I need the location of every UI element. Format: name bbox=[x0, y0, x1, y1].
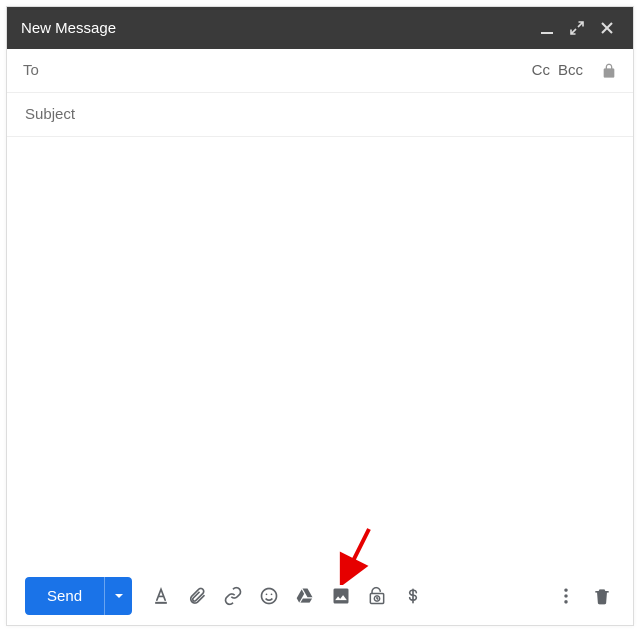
window-title: New Message bbox=[21, 20, 529, 37]
expand-icon bbox=[570, 21, 584, 35]
expand-button[interactable] bbox=[565, 16, 589, 40]
subject-field[interactable] bbox=[23, 105, 617, 124]
text-format-icon bbox=[151, 586, 171, 606]
to-label: To bbox=[23, 62, 39, 79]
cc-button[interactable]: Cc bbox=[532, 62, 550, 79]
formatting-button[interactable] bbox=[144, 579, 178, 613]
paperclip-icon bbox=[187, 586, 207, 606]
lock-icon bbox=[601, 63, 617, 79]
to-field[interactable] bbox=[39, 61, 524, 80]
discard-button[interactable] bbox=[585, 579, 619, 613]
compose-window: New Message To Cc Bcc Send bbox=[6, 6, 634, 626]
close-button[interactable] bbox=[595, 16, 619, 40]
message-body[interactable] bbox=[7, 137, 633, 567]
attach-button[interactable] bbox=[180, 579, 214, 613]
send-group: Send bbox=[25, 577, 132, 615]
subject-row bbox=[7, 93, 633, 137]
trash-icon bbox=[592, 586, 612, 606]
link-button[interactable] bbox=[216, 579, 250, 613]
link-icon bbox=[223, 586, 243, 606]
recipients-row: To Cc Bcc bbox=[7, 49, 633, 93]
title-bar: New Message bbox=[7, 7, 633, 49]
caret-down-icon bbox=[114, 591, 124, 601]
more-vertical-icon bbox=[556, 586, 576, 606]
more-options-button[interactable] bbox=[549, 579, 583, 613]
minimize-button[interactable] bbox=[535, 16, 559, 40]
dollar-icon bbox=[403, 586, 423, 606]
emoji-icon bbox=[259, 586, 279, 606]
emoji-button[interactable] bbox=[252, 579, 286, 613]
drive-button[interactable] bbox=[288, 579, 322, 613]
image-icon bbox=[331, 586, 351, 606]
close-icon bbox=[600, 21, 614, 35]
money-button[interactable] bbox=[396, 579, 430, 613]
encryption-indicator[interactable] bbox=[601, 63, 617, 79]
confidential-clock-icon bbox=[367, 586, 387, 606]
confidential-mode-button[interactable] bbox=[360, 579, 394, 613]
minimize-icon bbox=[540, 21, 554, 35]
drive-icon bbox=[295, 586, 315, 606]
image-button[interactable] bbox=[324, 579, 358, 613]
send-button[interactable]: Send bbox=[25, 577, 104, 615]
bcc-button[interactable]: Bcc bbox=[558, 62, 583, 79]
toolbar: Send bbox=[7, 567, 633, 625]
send-options-button[interactable] bbox=[104, 577, 132, 615]
